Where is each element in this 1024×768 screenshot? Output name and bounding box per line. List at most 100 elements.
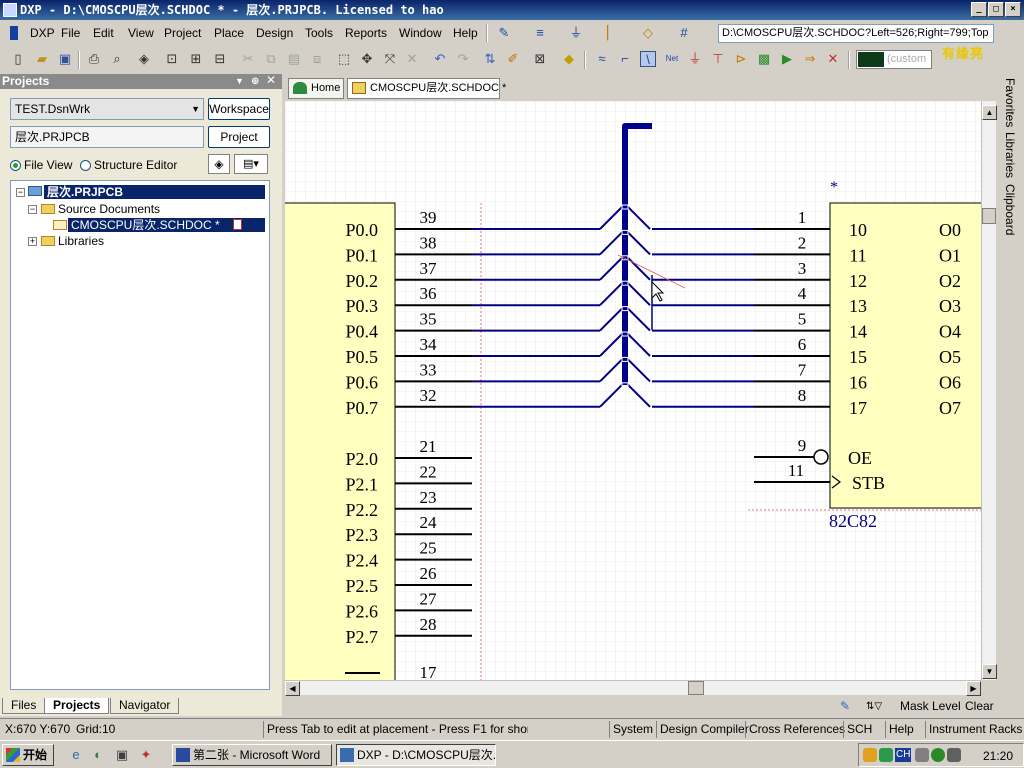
tray-volume-icon[interactable] bbox=[947, 748, 961, 762]
project-options-icon[interactable]: ◈ bbox=[208, 154, 230, 174]
start-button[interactable]: 开始 bbox=[2, 744, 54, 766]
menu-project[interactable]: Project bbox=[164, 25, 201, 41]
filter-pen-icon[interactable]: ✎ bbox=[840, 698, 850, 715]
structure-editor-radio[interactable]: Structure Editor bbox=[80, 158, 177, 172]
zoom-selected-icon[interactable]: ⊟ bbox=[212, 51, 228, 67]
save-icon[interactable]: ▣ bbox=[57, 51, 73, 67]
project-field[interactable]: 层次.PRJPCB bbox=[10, 126, 204, 148]
maximize-button[interactable]: □ bbox=[988, 2, 1004, 17]
sheet-entry-icon[interactable]: ◇ bbox=[640, 25, 656, 41]
outlook-quicklaunch-icon[interactable]: ◐ bbox=[90, 747, 106, 763]
rubber-stamp-icon[interactable]: ⧈ bbox=[309, 51, 325, 67]
sidebar-tab-favorites[interactable]: Favorites bbox=[1003, 78, 1017, 127]
tab-projects[interactable]: Projects bbox=[44, 698, 110, 714]
tray-app-icon[interactable] bbox=[863, 748, 877, 762]
menu-dxp[interactable]: DXP bbox=[30, 25, 55, 41]
desktop-quicklaunch-icon[interactable]: ▣ bbox=[114, 747, 130, 763]
minimize-button[interactable]: _ bbox=[971, 2, 987, 17]
place-wire-icon[interactable]: ≈ bbox=[594, 51, 610, 67]
tab-home[interactable]: Home bbox=[288, 78, 344, 99]
place-sheet-symbol-icon[interactable]: ▩ bbox=[756, 51, 772, 67]
move-selection-icon[interactable]: ⤧ bbox=[382, 51, 398, 67]
new-document-icon[interactable]: ▯ bbox=[10, 51, 26, 67]
collapse-icon[interactable]: − bbox=[28, 205, 37, 214]
scroll-right-icon[interactable]: ▶ bbox=[966, 681, 981, 696]
horizontal-scrollbar[interactable]: ◀ ▶ bbox=[285, 680, 981, 696]
bus-tool-icon[interactable]: ≡ bbox=[532, 25, 548, 41]
workspace-button[interactable]: Workspace bbox=[208, 98, 270, 120]
no-erc-icon[interactable]: ✕ bbox=[825, 51, 841, 67]
tree-libraries[interactable]: Libraries bbox=[58, 234, 104, 248]
place-vcc-icon[interactable]: ⊤ bbox=[710, 51, 726, 67]
menu-view[interactable]: View bbox=[128, 25, 154, 41]
panel-system[interactable]: System bbox=[609, 721, 656, 738]
tray-status-icon[interactable] bbox=[931, 748, 945, 762]
place-port-icon[interactable]: ⇒ bbox=[802, 51, 818, 67]
collapse-icon[interactable]: − bbox=[16, 188, 25, 197]
sidebar-tab-libraries[interactable]: Libraries bbox=[1003, 132, 1017, 178]
cross-probe-icon[interactable]: ✐ bbox=[505, 51, 521, 67]
tree-source-documents[interactable]: Source Documents bbox=[58, 202, 160, 216]
task-word[interactable]: 第二张 - Microsoft Word bbox=[172, 744, 332, 766]
layers-icon[interactable]: ◈ bbox=[136, 51, 152, 67]
deselect-icon[interactable]: ✕ bbox=[404, 51, 420, 67]
sidebar-tab-clipboard[interactable]: Clipboard bbox=[1003, 184, 1017, 235]
print-icon[interactable]: ⎙ bbox=[86, 51, 102, 67]
panel-cross-references[interactable]: Cross References bbox=[745, 721, 848, 738]
move-icon[interactable]: ✥ bbox=[359, 51, 375, 67]
workspace-combo[interactable]: TEST.DsnWrk ▼ bbox=[10, 98, 204, 120]
redo-icon[interactable]: ↷ bbox=[455, 51, 471, 67]
panel-sch[interactable]: SCH bbox=[843, 721, 875, 738]
hierarchy-icon[interactable]: ⇅ bbox=[482, 51, 498, 67]
wire-tool-icon[interactable]: ✎ bbox=[496, 25, 512, 41]
menu-help[interactable]: Help bbox=[453, 25, 478, 41]
app-quicklaunch-icon[interactable]: ✦ bbox=[138, 747, 154, 763]
menu-tools[interactable]: Tools bbox=[305, 25, 333, 41]
panel-close-icon[interactable]: ✕ bbox=[266, 73, 276, 88]
panel-pin-icon[interactable]: ⊕ bbox=[251, 74, 259, 89]
zoom-fit-icon[interactable]: ⊞ bbox=[188, 51, 204, 67]
expand-icon[interactable]: + bbox=[28, 237, 37, 246]
place-sheet-entry-icon[interactable]: ▶ bbox=[779, 51, 795, 67]
panel-design-compiler[interactable]: Design Compiler bbox=[656, 721, 752, 738]
ie-quicklaunch-icon[interactable]: e bbox=[68, 747, 84, 763]
panel-menu-icon[interactable]: ▼ bbox=[235, 74, 244, 89]
tab-files[interactable]: Files bbox=[2, 698, 46, 714]
scroll-down-icon[interactable]: ▼ bbox=[982, 664, 997, 679]
menu-design[interactable]: Design bbox=[256, 25, 293, 41]
filter-options-icon[interactable]: ⇅▽ bbox=[866, 698, 882, 715]
project-button[interactable]: Project bbox=[208, 126, 270, 148]
grid-icon[interactable]: # bbox=[676, 25, 692, 41]
zoom-area-icon[interactable]: ⊡ bbox=[164, 51, 180, 67]
browse-library-icon[interactable]: ⊠ bbox=[532, 51, 548, 67]
menu-edit[interactable]: Edit bbox=[93, 25, 114, 41]
horizontal-scroll-thumb[interactable] bbox=[688, 681, 704, 695]
place-part-icon[interactable]: ⊳ bbox=[733, 51, 749, 67]
tray-network-icon[interactable] bbox=[879, 748, 893, 762]
tab-schematic[interactable]: CMOSCPU层次.SCHDOC * bbox=[347, 78, 506, 99]
vertical-scroll-thumb[interactable] bbox=[982, 208, 996, 224]
place-ground-icon[interactable]: ⏚ bbox=[687, 51, 703, 67]
ground-power-icon[interactable]: ⏚ bbox=[568, 25, 584, 41]
project-menu-dropdown-icon[interactable]: ▤▾ bbox=[234, 154, 268, 174]
port-tool-icon[interactable]: ▏ bbox=[604, 25, 620, 41]
print-preview-icon[interactable]: ⌕ bbox=[109, 51, 125, 67]
close-button[interactable]: × bbox=[1005, 2, 1021, 17]
cut-icon[interactable]: ✂ bbox=[240, 51, 256, 67]
scroll-left-icon[interactable]: ◀ bbox=[285, 681, 300, 696]
menu-window[interactable]: Window bbox=[399, 25, 442, 41]
schematic-canvas[interactable]: P0.0 39 P0.1 38 P0.2 37 P0.3 36 P0.4 35 P0.5 34 P0.6… bbox=[285, 101, 981, 680]
place-bus-entry-icon[interactable]: \ bbox=[640, 51, 656, 67]
scroll-up-icon[interactable]: ▲ bbox=[982, 105, 997, 120]
task-dxp[interactable]: DXP - D:\CMOSCPU层次.... bbox=[336, 744, 496, 766]
help-icon[interactable]: ◆ bbox=[561, 51, 577, 67]
place-net-label-icon[interactable]: Net bbox=[664, 51, 680, 67]
undo-icon[interactable]: ↶ bbox=[432, 51, 448, 67]
select-area-icon[interactable]: ⬚ bbox=[336, 51, 352, 67]
file-view-radio[interactable]: File View bbox=[10, 158, 72, 172]
mask-level-button[interactable]: Mask Level bbox=[900, 698, 961, 715]
paste-icon[interactable]: ▤ bbox=[286, 51, 302, 67]
tab-navigator[interactable]: Navigator bbox=[110, 698, 180, 714]
vertical-scrollbar[interactable]: ▲ ▼ bbox=[981, 101, 997, 680]
menu-place[interactable]: Place bbox=[214, 25, 244, 41]
